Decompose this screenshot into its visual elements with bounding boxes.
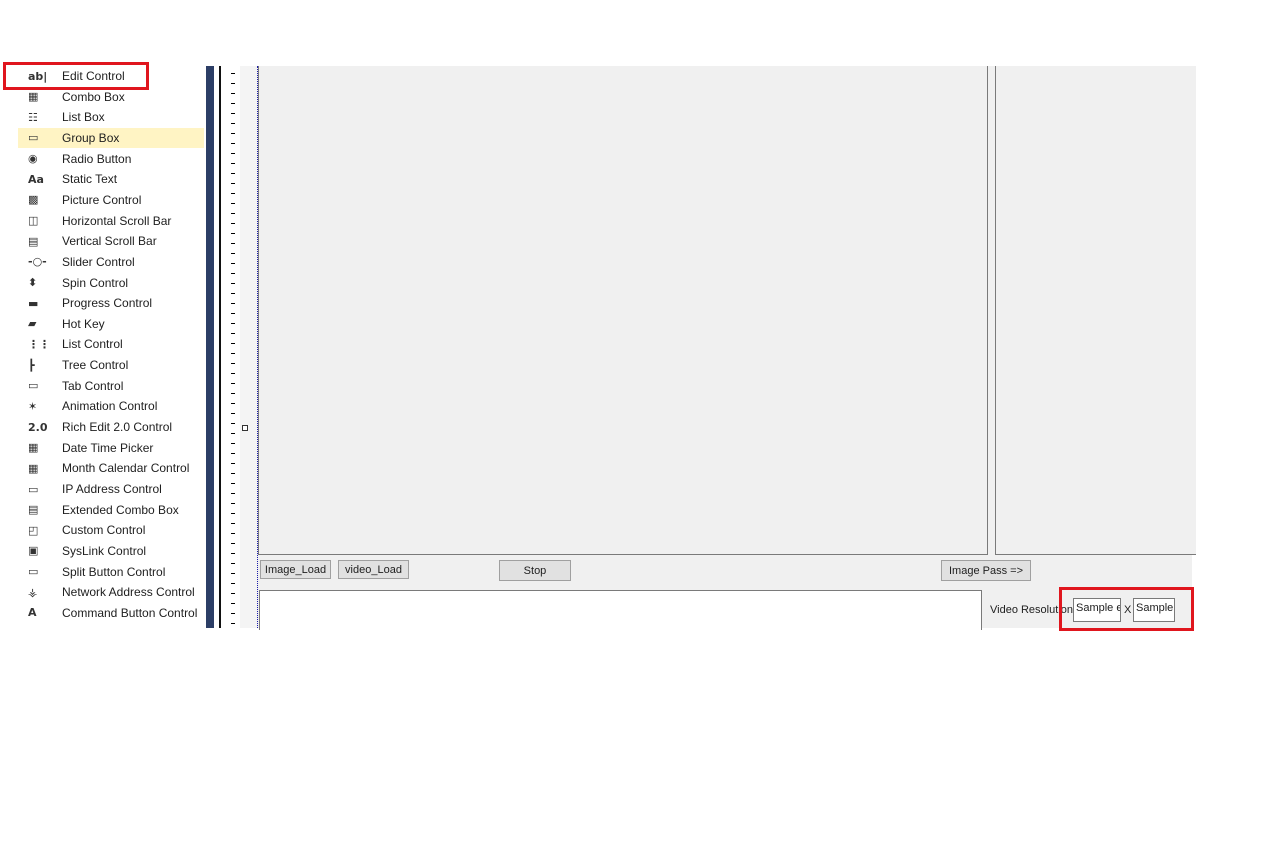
toolbox-item-picture-control[interactable]: ▩ Picture Control: [18, 190, 204, 210]
video-load-button[interactable]: video_Load: [338, 560, 409, 579]
control-icon: -○-: [28, 255, 47, 269]
toolbox-item-slider-control[interactable]: -○- Slider Control: [18, 252, 204, 272]
splitter-bar[interactable]: [206, 66, 214, 628]
toolbox-item-label: List Control: [62, 337, 123, 352]
highlight-edit-control: [3, 62, 149, 90]
divider: [219, 66, 221, 628]
toolbox-item-tree-control[interactable]: ┣ Tree Control: [18, 355, 204, 375]
picture-control-main[interactable]: [258, 66, 988, 555]
toolbox-item-hot-key[interactable]: ▰ Hot Key: [18, 314, 204, 334]
control-icon: 2.0: [28, 420, 48, 434]
toolbox-item-network-address-control[interactable]: ⚶ Network Address Control: [18, 582, 204, 602]
control-icon: ▭: [28, 565, 39, 579]
stop-button[interactable]: Stop: [499, 560, 571, 581]
toolbox-item-vertical-scroll-bar[interactable]: ▤ Vertical Scroll Bar: [18, 231, 204, 251]
toolbox-item-split-button-control[interactable]: ▭ Split Button Control: [18, 562, 204, 582]
control-icon: ⬍: [28, 276, 38, 289]
resize-handle[interactable]: [242, 425, 248, 431]
ruler-gutter: [240, 66, 257, 628]
image-pass-button[interactable]: Image Pass =>: [941, 560, 1031, 581]
control-icon: ☷: [28, 110, 38, 124]
control-icon: Aa: [28, 172, 44, 186]
control-icon: ┣: [28, 358, 35, 372]
toolbox-item-label: Custom Control: [62, 523, 146, 538]
toolbox-item-tab-control[interactable]: ▭ Tab Control: [18, 376, 204, 396]
control-icon: ▦: [28, 461, 39, 475]
control-icon: ⋮⋮: [28, 337, 50, 351]
toolbox-item-label: Picture Control: [62, 192, 142, 207]
toolbox-item-label: Spin Control: [62, 275, 129, 290]
control-icon: ▭: [28, 379, 39, 393]
toolbox-item-label: Network Address Control: [62, 585, 195, 600]
control-icon: ▬: [28, 296, 39, 310]
toolbox-item-label: Split Button Control: [62, 564, 166, 579]
control-icon: ◫: [28, 214, 39, 228]
toolbox-item-animation-control[interactable]: ✶ Animation Control: [18, 396, 204, 416]
toolbox-item-rich-edit-2-0-control[interactable]: 2.0 Rich Edit 2.0 Control: [18, 417, 204, 437]
control-icon: ▤: [28, 503, 39, 517]
toolbox-item-label: Date Time Picker: [62, 440, 154, 455]
toolbox-item-label: Tree Control: [62, 358, 129, 373]
control-icon: ▦: [28, 90, 39, 104]
control-icon: ⚶: [28, 585, 38, 599]
toolbox-item-label: Animation Control: [62, 399, 158, 414]
control-icon: ▩: [28, 193, 39, 207]
vertical-ruler: [222, 66, 240, 628]
toolbox-item-label: IP Address Control: [62, 482, 162, 496]
toolbox-item-label: Vertical Scroll Bar: [62, 234, 157, 249]
control-icon: ▰: [28, 317, 37, 331]
highlight-resolution-inputs: [1059, 587, 1194, 631]
toolbox-item-label: Horizontal Scroll Bar: [62, 213, 172, 228]
toolbox-item-label: Combo Box: [62, 89, 125, 104]
toolbox-item-ip-address-control[interactable]: ▭ IP Address Control: [18, 479, 204, 499]
toolbox-item-extended-combo-box[interactable]: ▤ Extended Combo Box: [18, 500, 204, 520]
control-icon: A: [28, 606, 37, 620]
toolbox-item-label: Radio Button: [62, 151, 132, 166]
toolbox-item-label: SysLink Control: [62, 543, 147, 558]
toolbox-item-group-box[interactable]: ▭ Group Box: [18, 127, 204, 148]
toolbox-panel: ab| Edit Control ▦ Combo Box ☷ List Box ▭ Group…: [0, 66, 205, 628]
toolbox-item-label: Extended Combo Box: [62, 502, 179, 517]
toolbox-item-label: Month Calendar Control: [62, 461, 190, 476]
toolbox-item-label: Static Text: [62, 172, 118, 187]
toolbox-item-label: Hot Key: [62, 316, 105, 331]
control-icon: ◰: [28, 523, 39, 537]
control-icon: ◉: [28, 152, 38, 166]
toolbox-item-spin-control[interactable]: ⬍ Spin Control: [18, 273, 204, 293]
toolbox-item-list-control[interactable]: ⋮⋮ List Control: [18, 334, 204, 354]
picture-control-right[interactable]: [995, 66, 1196, 555]
control-icon: ✶: [28, 399, 38, 413]
control-icon: ▣: [28, 544, 39, 558]
toolbox-item-label: Progress Control: [62, 296, 153, 311]
toolbox-item-label: Tab Control: [62, 378, 124, 393]
toolbox-item-list-box[interactable]: ☷ List Box: [18, 107, 204, 127]
toolbox-item-label: Slider Control: [62, 254, 135, 269]
toolbox-item-radio-button[interactable]: ◉ Radio Button: [18, 149, 204, 169]
dialog-canvas: Image_Load video_Load Stop Image Pass =>…: [257, 66, 1196, 630]
toolbox-item-label: Command Button Control: [62, 605, 198, 620]
toolbox-item-label: Rich Edit 2.0 Control: [62, 420, 173, 435]
image-load-button[interactable]: Image_Load: [260, 560, 331, 579]
toolbox-item-horizontal-scroll-bar[interactable]: ◫ Horizontal Scroll Bar: [18, 211, 204, 231]
control-icon: ▤: [28, 234, 39, 248]
output-edit-box[interactable]: [259, 590, 982, 630]
toolbox-item-date-time-picker[interactable]: ▦ Date Time Picker: [18, 438, 204, 458]
toolbox-item-custom-control[interactable]: ◰ Custom Control: [18, 520, 204, 540]
toolbox-item-label: List Box: [62, 110, 105, 125]
toolbox-item-static-text[interactable]: Aa Static Text: [18, 169, 204, 189]
control-icon: ▭: [28, 482, 39, 496]
control-icon: ▦: [28, 441, 39, 455]
toolbox-item-syslink-control[interactable]: ▣ SysLink Control: [18, 541, 204, 561]
toolbox-item-progress-control[interactable]: ▬ Progress Control: [18, 293, 204, 313]
toolbox-item-command-button-control[interactable]: A Command Button Control: [18, 603, 204, 623]
toolbox-item-label: Group Box: [62, 130, 120, 145]
toolbox-item-month-calendar-control[interactable]: ▦ Month Calendar Control: [18, 458, 204, 478]
control-icon: ▭: [28, 131, 39, 145]
